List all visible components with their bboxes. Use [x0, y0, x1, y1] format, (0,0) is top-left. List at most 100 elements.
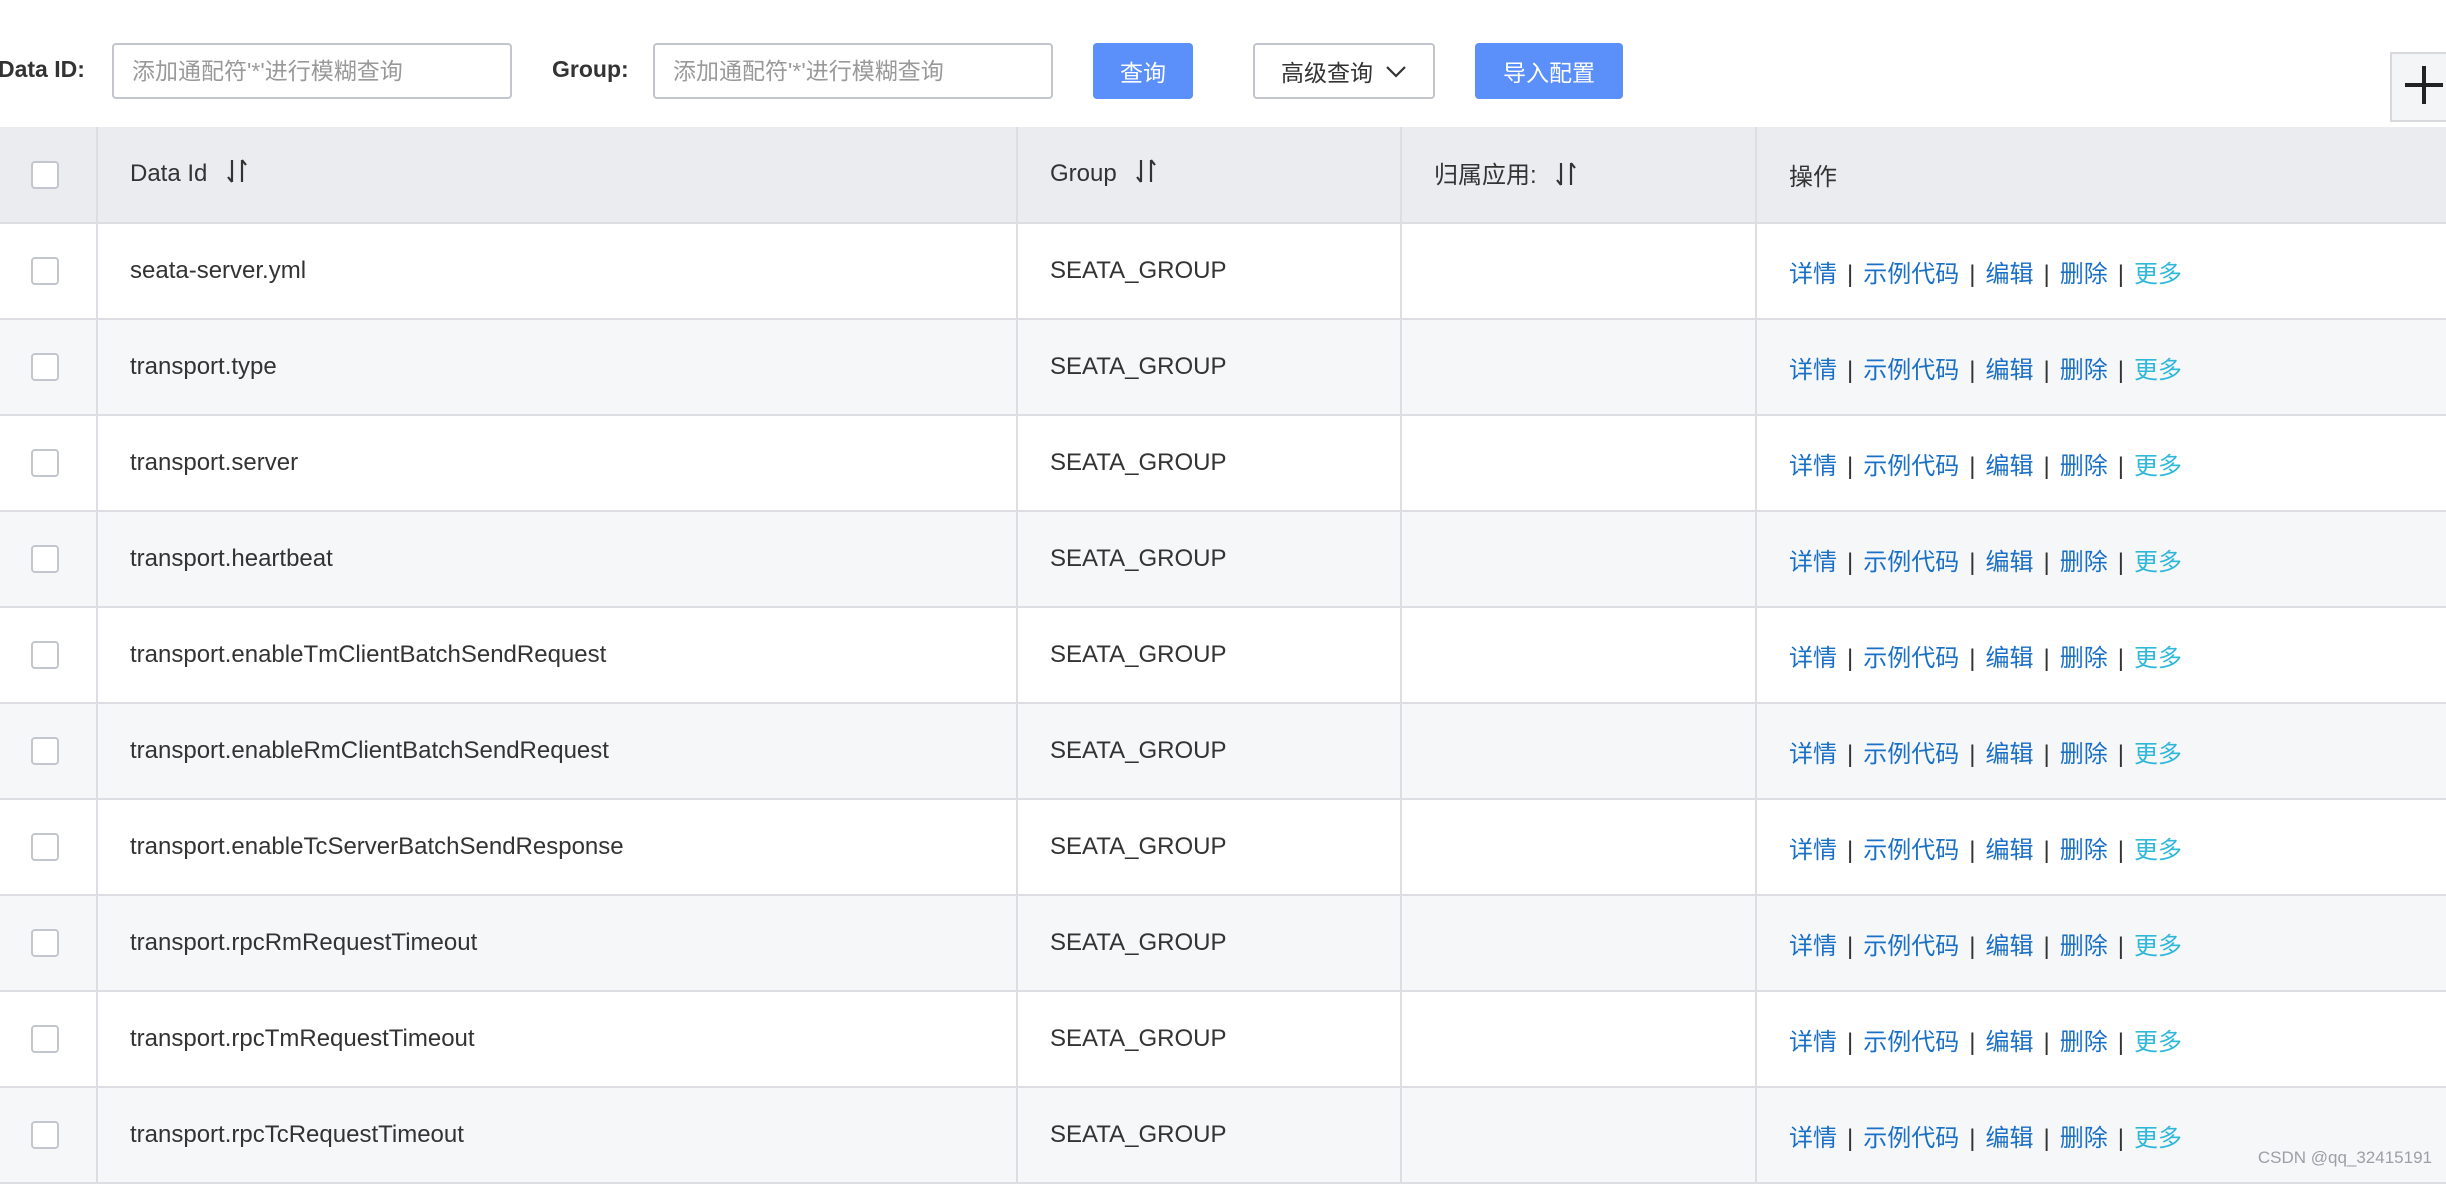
more-link[interactable]: 更多 [2134, 549, 2182, 576]
header-select-all [0, 127, 98, 224]
detail-link[interactable]: 详情 [1789, 549, 1837, 576]
action-separator: | [2043, 740, 2050, 768]
row-checkbox[interactable] [31, 929, 59, 957]
sort-icon[interactable] [226, 158, 248, 191]
edit-link[interactable]: 编辑 [1985, 453, 2033, 480]
sample-code-link[interactable]: 示例代码 [1863, 741, 1959, 768]
row-checkbox[interactable] [31, 449, 59, 477]
edit-link[interactable]: 编辑 [1985, 645, 2033, 672]
more-link[interactable]: 更多 [2134, 1029, 2182, 1056]
action-separator: | [1847, 260, 1854, 288]
row-data-id: transport.server [97, 415, 1018, 512]
detail-link[interactable]: 详情 [1789, 645, 1837, 672]
detail-link[interactable]: 详情 [1789, 1125, 1837, 1152]
detail-link[interactable]: 详情 [1789, 933, 1837, 960]
delete-link[interactable]: 删除 [2060, 357, 2108, 384]
table-row: seata-server.yml SEATA_GROUP 详情 | 示例代码 | 编辑 | 删除… [0, 223, 2446, 320]
table-row: transport.type SEATA_GROUP 详情 | 示例代码 | 编辑 | 删除 | 更… [0, 319, 2446, 416]
header-data-id[interactable]: Data Id [97, 127, 1018, 224]
delete-link[interactable]: 删除 [2060, 741, 2108, 768]
more-link[interactable]: 更多 [2134, 933, 2182, 960]
row-actions: 详情 | 示例代码 | 编辑 | 删除 | 更多 [1756, 1087, 2446, 1184]
row-actions: 详情 | 示例代码 | 编辑 | 删除 | 更多 [1756, 895, 2446, 992]
action-separator: | [1847, 548, 1854, 576]
row-checkbox[interactable] [31, 257, 59, 285]
advanced-query-button[interactable]: 高级查询 [1253, 43, 1435, 99]
row-select-cell [0, 319, 98, 416]
sample-code-link[interactable]: 示例代码 [1863, 357, 1959, 384]
row-data-id: transport.heartbeat [97, 511, 1018, 608]
delete-link[interactable]: 删除 [2060, 453, 2108, 480]
sample-code-link[interactable]: 示例代码 [1863, 453, 1959, 480]
header-app[interactable]: 归属应用: [1401, 127, 1757, 224]
select-all-checkbox[interactable] [31, 160, 59, 189]
sample-code-link[interactable]: 示例代码 [1863, 261, 1959, 288]
action-separator: | [2117, 548, 2124, 576]
delete-link[interactable]: 删除 [2060, 1125, 2108, 1152]
edit-link[interactable]: 编辑 [1985, 1029, 2033, 1056]
row-checkbox[interactable] [31, 353, 59, 381]
row-checkbox[interactable] [31, 545, 59, 573]
row-select-cell [0, 223, 98, 320]
edit-link[interactable]: 编辑 [1985, 357, 2033, 384]
more-link[interactable]: 更多 [2134, 645, 2182, 672]
more-link[interactable]: 更多 [2134, 837, 2182, 864]
row-checkbox[interactable] [31, 1121, 59, 1149]
row-select-cell [0, 1087, 98, 1184]
delete-link[interactable]: 删除 [2060, 549, 2108, 576]
sort-icon[interactable] [1135, 158, 1157, 191]
data-id-input[interactable] [112, 43, 512, 99]
delete-link[interactable]: 删除 [2060, 1029, 2108, 1056]
row-actions: 详情 | 示例代码 | 编辑 | 删除 | 更多 [1756, 415, 2446, 512]
delete-link[interactable]: 删除 [2060, 645, 2108, 672]
row-actions: 详情 | 示例代码 | 编辑 | 删除 | 更多 [1756, 223, 2446, 320]
row-data-id: seata-server.yml [97, 223, 1018, 320]
row-select-cell [0, 895, 98, 992]
table-row: transport.server SEATA_GROUP 详情 | 示例代码 | 编辑 | 删除… [0, 415, 2446, 512]
more-link[interactable]: 更多 [2134, 1125, 2182, 1152]
detail-link[interactable]: 详情 [1789, 357, 1837, 384]
delete-link[interactable]: 删除 [2060, 837, 2108, 864]
sample-code-link[interactable]: 示例代码 [1863, 1029, 1959, 1056]
detail-link[interactable]: 详情 [1789, 453, 1837, 480]
row-checkbox[interactable] [31, 1025, 59, 1053]
action-separator: | [2043, 452, 2050, 480]
action-separator: | [2117, 932, 2124, 960]
row-checkbox[interactable] [31, 737, 59, 765]
header-operations: 操作 [1756, 127, 2446, 224]
sample-code-link[interactable]: 示例代码 [1863, 933, 1959, 960]
action-separator: | [1969, 1028, 1976, 1056]
table-row: transport.enableTmClientBatchSendRequest… [0, 607, 2446, 704]
edit-link[interactable]: 编辑 [1985, 261, 2033, 288]
import-config-button[interactable]: 导入配置 [1475, 43, 1623, 99]
delete-link[interactable]: 删除 [2060, 261, 2108, 288]
group-input[interactable] [653, 43, 1053, 99]
more-link[interactable]: 更多 [2134, 357, 2182, 384]
edit-link[interactable]: 编辑 [1985, 1125, 2033, 1152]
add-config-button[interactable] [2390, 52, 2446, 122]
row-checkbox[interactable] [31, 641, 59, 669]
edit-link[interactable]: 编辑 [1985, 837, 2033, 864]
delete-link[interactable]: 删除 [2060, 933, 2108, 960]
sample-code-link[interactable]: 示例代码 [1863, 837, 1959, 864]
edit-link[interactable]: 编辑 [1985, 741, 2033, 768]
sort-icon[interactable] [1555, 161, 1577, 194]
header-group[interactable]: Group [1017, 127, 1402, 224]
detail-link[interactable]: 详情 [1789, 741, 1837, 768]
sample-code-link[interactable]: 示例代码 [1863, 645, 1959, 672]
data-id-label: Data ID: [0, 56, 85, 82]
edit-link[interactable]: 编辑 [1985, 933, 2033, 960]
more-link[interactable]: 更多 [2134, 741, 2182, 768]
sample-code-link[interactable]: 示例代码 [1863, 1125, 1959, 1152]
row-select-cell [0, 607, 98, 704]
sample-code-link[interactable]: 示例代码 [1863, 549, 1959, 576]
more-link[interactable]: 更多 [2134, 261, 2182, 288]
more-link[interactable]: 更多 [2134, 453, 2182, 480]
query-button[interactable]: 查询 [1093, 43, 1193, 99]
row-checkbox[interactable] [31, 833, 59, 861]
edit-link[interactable]: 编辑 [1985, 549, 2033, 576]
detail-link[interactable]: 详情 [1789, 261, 1837, 288]
detail-link[interactable]: 详情 [1789, 1029, 1837, 1056]
detail-link[interactable]: 详情 [1789, 837, 1837, 864]
row-group: SEATA_GROUP [1017, 991, 1402, 1088]
